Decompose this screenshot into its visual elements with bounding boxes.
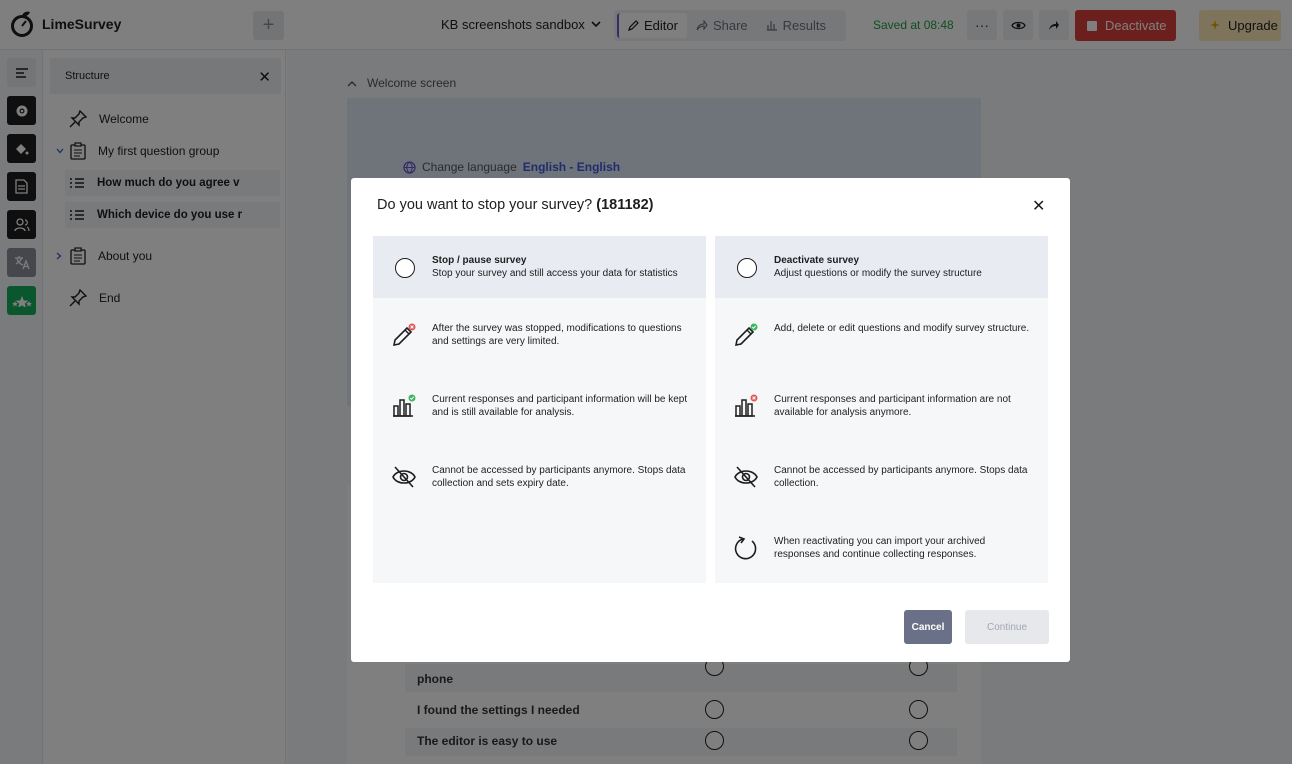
option-subtitle: Adjust questions or modify the survey st…	[774, 268, 982, 279]
dialog-title-text: Do you want to stop your survey?	[377, 197, 593, 213]
feature-text: Current responses and participant inform…	[432, 394, 688, 418]
feature-item: Add, delete or edit questions and modify…	[715, 322, 1048, 362]
close-icon[interactable]: ✕	[1032, 196, 1045, 216]
option-title: Stop / pause survey	[432, 255, 527, 266]
stop-pause-radio[interactable]	[395, 258, 415, 278]
feature-item: Current responses and participant inform…	[715, 393, 1048, 433]
feature-item: When reactivating you can import your ar…	[715, 535, 1048, 575]
feature-item: Cannot be accessed by participants anymo…	[715, 464, 1048, 504]
option-subtitle: Stop your survey and still access your d…	[432, 268, 678, 279]
feature-text: Cannot be accessed by participants anymo…	[774, 465, 1028, 489]
cancel-button[interactable]: Cancel	[904, 610, 952, 644]
option-title: Deactivate survey	[774, 255, 860, 266]
feature-item: After the survey was stopped, modificati…	[373, 322, 706, 362]
option-deactivate[interactable]: Deactivate survey Adjust questions or mo…	[715, 236, 1048, 583]
dialog-title: Do you want to stop your survey? (181182…	[377, 197, 653, 213]
option-deactivate-header[interactable]: Deactivate survey Adjust questions or mo…	[715, 236, 1048, 298]
option-stop-pause[interactable]: Stop / pause survey Stop your survey and…	[373, 236, 706, 583]
eye-off-icon	[392, 466, 416, 488]
feature-text: When reactivating you can import your ar…	[774, 536, 986, 560]
refresh-icon	[734, 536, 757, 560]
feature-item: Current responses and participant inform…	[373, 393, 706, 433]
stop-survey-dialog: Do you want to stop your survey? (181182…	[351, 178, 1070, 662]
chart-x-icon	[735, 394, 758, 417]
feature-text: Cannot be accessed by participants anymo…	[432, 465, 686, 489]
eye-off-icon	[734, 466, 758, 488]
option-stop-pause-header[interactable]: Stop / pause survey Stop your survey and…	[373, 236, 706, 298]
feature-text: Add, delete or edit questions and modify…	[774, 323, 1030, 334]
survey-id: (181182)	[596, 197, 654, 213]
feature-text: Current responses and participant inform…	[774, 394, 1011, 418]
feature-text: After the survey was stopped, modificati…	[432, 323, 682, 347]
pencil-check-icon	[734, 323, 758, 347]
chart-check-icon	[393, 394, 416, 417]
pencil-x-icon	[392, 323, 416, 347]
deactivate-radio[interactable]	[737, 258, 757, 278]
feature-item: Cannot be accessed by participants anymo…	[373, 464, 706, 504]
continue-button[interactable]: Continue	[965, 610, 1049, 644]
